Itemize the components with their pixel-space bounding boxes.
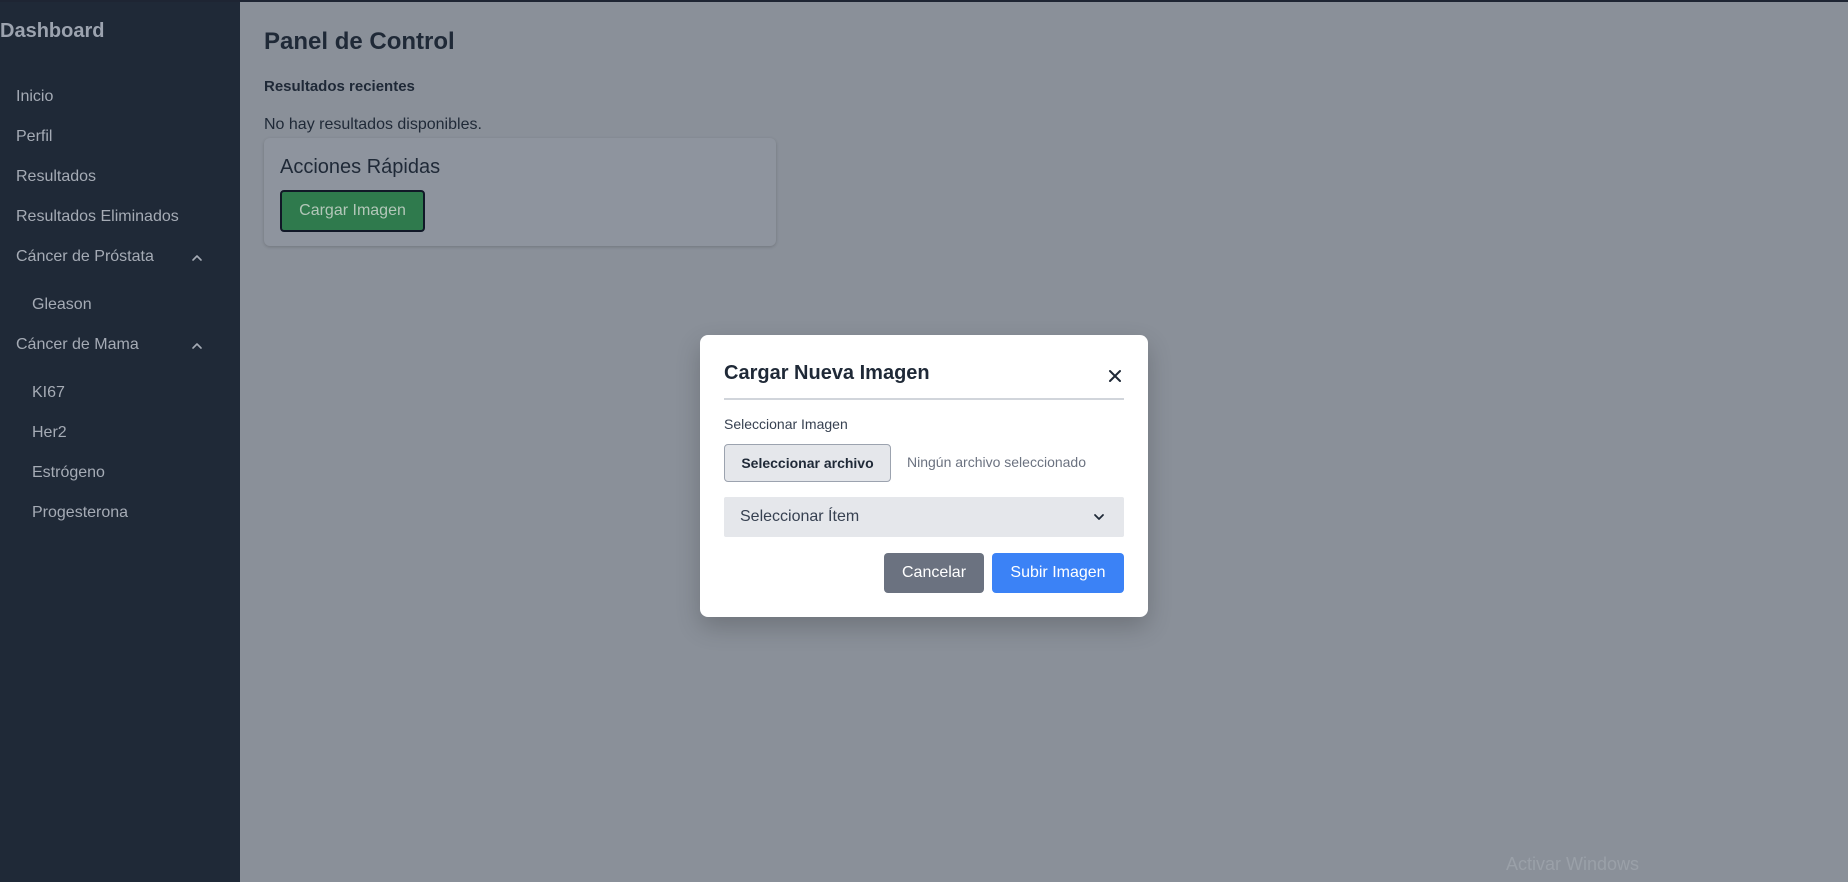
sidebar-item-perfil[interactable]: Perfil (16, 128, 52, 146)
modal-title: Cargar Nueva Imagen (724, 362, 930, 384)
window-top-border (0, 0, 1848, 2)
submit-image-button[interactable]: Subir Imagen (992, 553, 1124, 593)
sidebar-item-resultados[interactable]: Resultados (16, 168, 96, 186)
sidebar-item-cancer-prostata[interactable]: Cáncer de Próstata (16, 248, 154, 266)
upload-image-modal: Cargar Nueva Imagen Seleccionar Imagen S… (700, 335, 1148, 617)
recent-results-heading: Resultados recientes (264, 78, 415, 95)
sidebar-item-progesterona[interactable]: Progesterona (32, 504, 128, 522)
close-icon[interactable] (1108, 369, 1122, 383)
sidebar-title: Dashboard (0, 20, 105, 42)
sidebar-item-gleason[interactable]: Gleason (32, 296, 92, 314)
quick-actions-card: Acciones Rápidas Cargar Imagen (264, 138, 776, 246)
upload-image-button[interactable]: Cargar Imagen (280, 190, 425, 232)
activation-watermark: Activar Windows (1506, 854, 1640, 874)
page-title: Panel de Control (264, 28, 455, 55)
sidebar-item-her2[interactable]: Her2 (32, 424, 67, 442)
sidebar-item-inicio[interactable]: Inicio (16, 88, 53, 106)
modal-divider (724, 398, 1124, 400)
sidebar-item-resultados-eliminados[interactable]: Resultados Eliminados (16, 208, 179, 226)
chevron-up-icon[interactable] (190, 339, 204, 353)
item-select[interactable]: Seleccionar Ítem (724, 497, 1124, 537)
sidebar-item-ki67[interactable]: KI67 (32, 384, 65, 402)
chevron-up-icon[interactable] (190, 251, 204, 265)
sidebar: Dashboard Inicio Perfil Resultados Resul… (0, 0, 240, 882)
sidebar-item-estrogeno[interactable]: Estrógeno (32, 464, 105, 482)
choose-file-button[interactable]: Seleccionar archivo (724, 444, 891, 482)
sidebar-item-cancer-mama[interactable]: Cáncer de Mama (16, 336, 139, 354)
select-image-label: Seleccionar Imagen (724, 416, 848, 432)
chevron-down-icon (1094, 514, 1104, 520)
file-status-text: Ningún archivo seleccionado (907, 454, 1086, 470)
item-select-value: Seleccionar Ítem (740, 508, 860, 525)
empty-results-message: No hay resultados disponibles. (264, 116, 482, 133)
cancel-button[interactable]: Cancelar (884, 553, 984, 593)
quick-actions-title: Acciones Rápidas (280, 156, 441, 178)
